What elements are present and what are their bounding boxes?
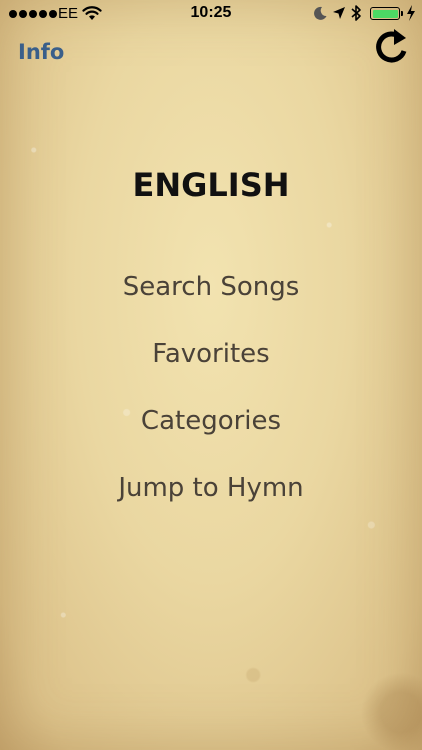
battery-tip [401,11,403,16]
jump-to-hymn-button[interactable]: Jump to Hymn [0,473,422,503]
charging-bolt-icon [407,5,415,21]
battery-icon [370,7,400,20]
language-heading: ENGLISH [132,166,290,204]
location-arrow-icon [333,7,345,19]
info-button[interactable]: Info [18,40,64,64]
search-songs-button[interactable]: Search Songs [0,272,422,302]
bluetooth-icon [351,5,361,21]
battery-fill [372,9,398,18]
refresh-icon[interactable] [370,26,412,68]
categories-button[interactable]: Categories [0,406,422,436]
status-bar: EE 10:25 [0,0,422,30]
parchment-background [0,0,422,750]
moon-icon [314,6,327,20]
favorites-button[interactable]: Favorites [0,339,422,369]
